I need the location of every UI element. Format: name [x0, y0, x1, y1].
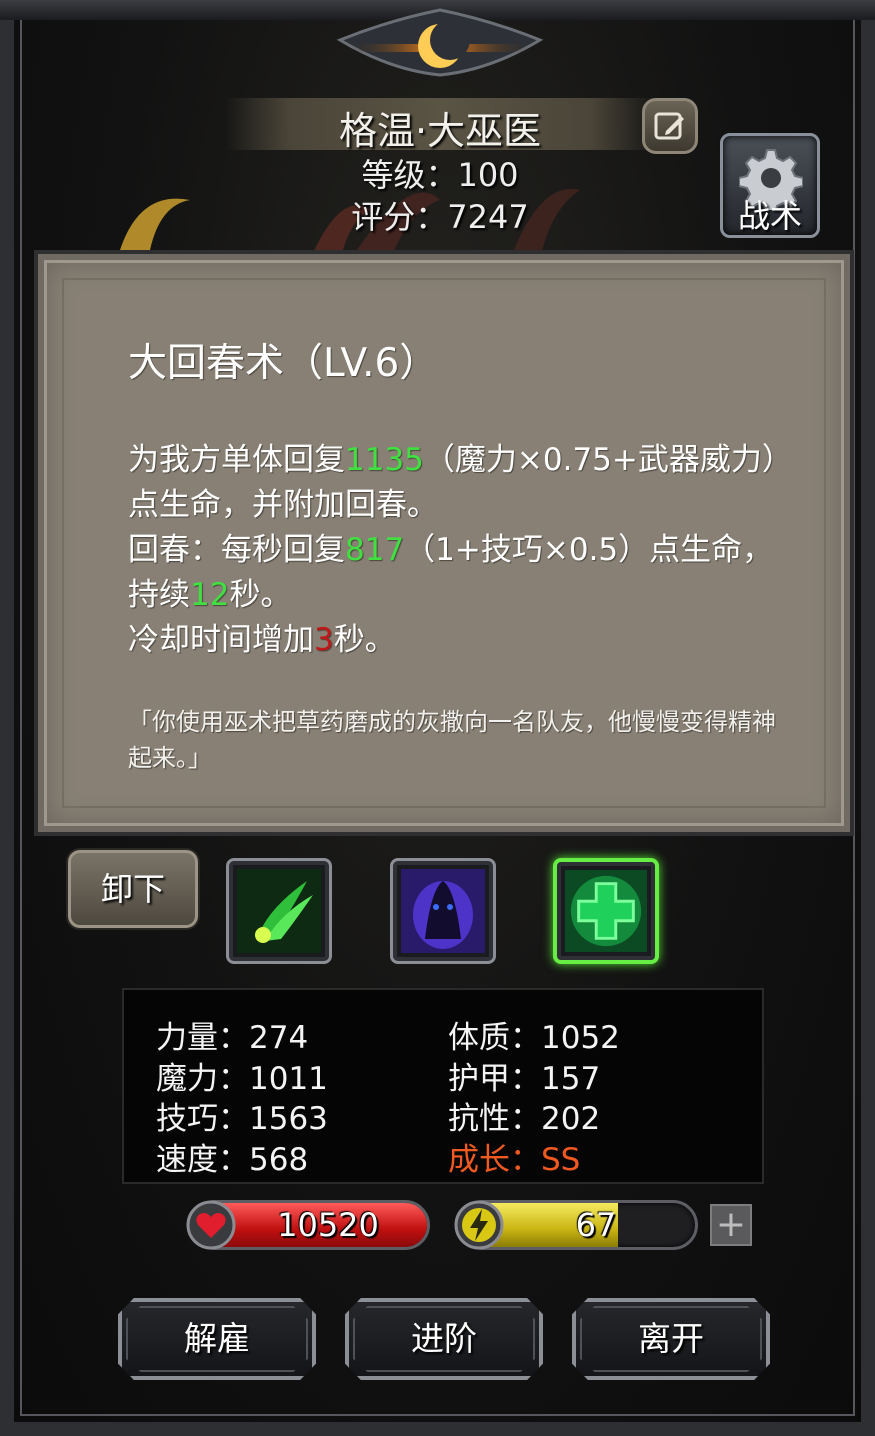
attr-growth: 成长：SS	[448, 1142, 581, 1178]
skill-title: 大回春术（LV.6）	[128, 341, 439, 386]
desc-text: 秒。	[333, 622, 396, 658]
desc-text: 为我方单体回复	[128, 442, 345, 478]
green-cross-icon	[565, 870, 647, 952]
crescent-moon-ornament	[336, 8, 544, 77]
attr-magic: 魔力：1011	[156, 1061, 328, 1097]
skill-slot-3[interactable]	[553, 858, 659, 964]
skill-slot-2[interactable]	[390, 858, 496, 964]
dismiss-button[interactable]: 解雇	[118, 1298, 316, 1380]
edit-name-button[interactable]	[642, 98, 698, 154]
hero-score: 评分：7247	[351, 198, 529, 236]
desc-text: 回春：每秒回复	[128, 532, 345, 568]
leave-button[interactable]: 离开	[572, 1298, 770, 1380]
skill-slot-1[interactable]	[226, 858, 332, 964]
skill-description: 为我方单体回复1135（魔力×0.75+武器威力）点生命，并附加回春。 回春：每…	[128, 438, 788, 663]
cooldown-value: 3	[314, 622, 334, 658]
attr-strength: 力量：274	[156, 1020, 309, 1056]
tactics-label: 战术	[737, 197, 802, 235]
desc-text: 冷却时间增加	[128, 622, 314, 658]
tactics-button[interactable]: 战术	[720, 133, 820, 238]
duration-value: 12	[190, 577, 230, 613]
attr-resistance: 抗性：202	[448, 1101, 601, 1137]
attr-armor: 护甲：157	[448, 1061, 601, 1097]
heart-icon	[186, 1200, 236, 1250]
skill-description-panel: 大回春术（LV.6） 为我方单体回复1135（魔力×0.75+武器威力）点生命，…	[38, 254, 850, 832]
edit-icon	[654, 112, 684, 140]
regen-value: 817	[345, 532, 405, 568]
green-claw-icon	[237, 869, 321, 953]
shadow-beast-icon	[401, 869, 485, 953]
unequip-button[interactable]: 卸下	[68, 850, 198, 928]
lightning-icon	[454, 1200, 504, 1250]
skill-flavor-text: 「你使用巫术把草药磨成的灰撒向一名队友，他慢慢变得精神起来。」	[128, 708, 776, 772]
add-energy-button[interactable]: +	[710, 1204, 752, 1246]
heal-value: 1135	[345, 442, 424, 478]
attr-speed: 速度：568	[156, 1142, 309, 1178]
desc-text: 秒。	[229, 577, 292, 613]
hero-name: 格温·大巫医	[338, 109, 542, 153]
attr-constitution: 体质：1052	[448, 1020, 620, 1056]
advance-button[interactable]: 进阶	[345, 1298, 543, 1380]
attr-skill: 技巧：1563	[156, 1101, 328, 1137]
hero-level: 等级：100	[361, 156, 519, 194]
